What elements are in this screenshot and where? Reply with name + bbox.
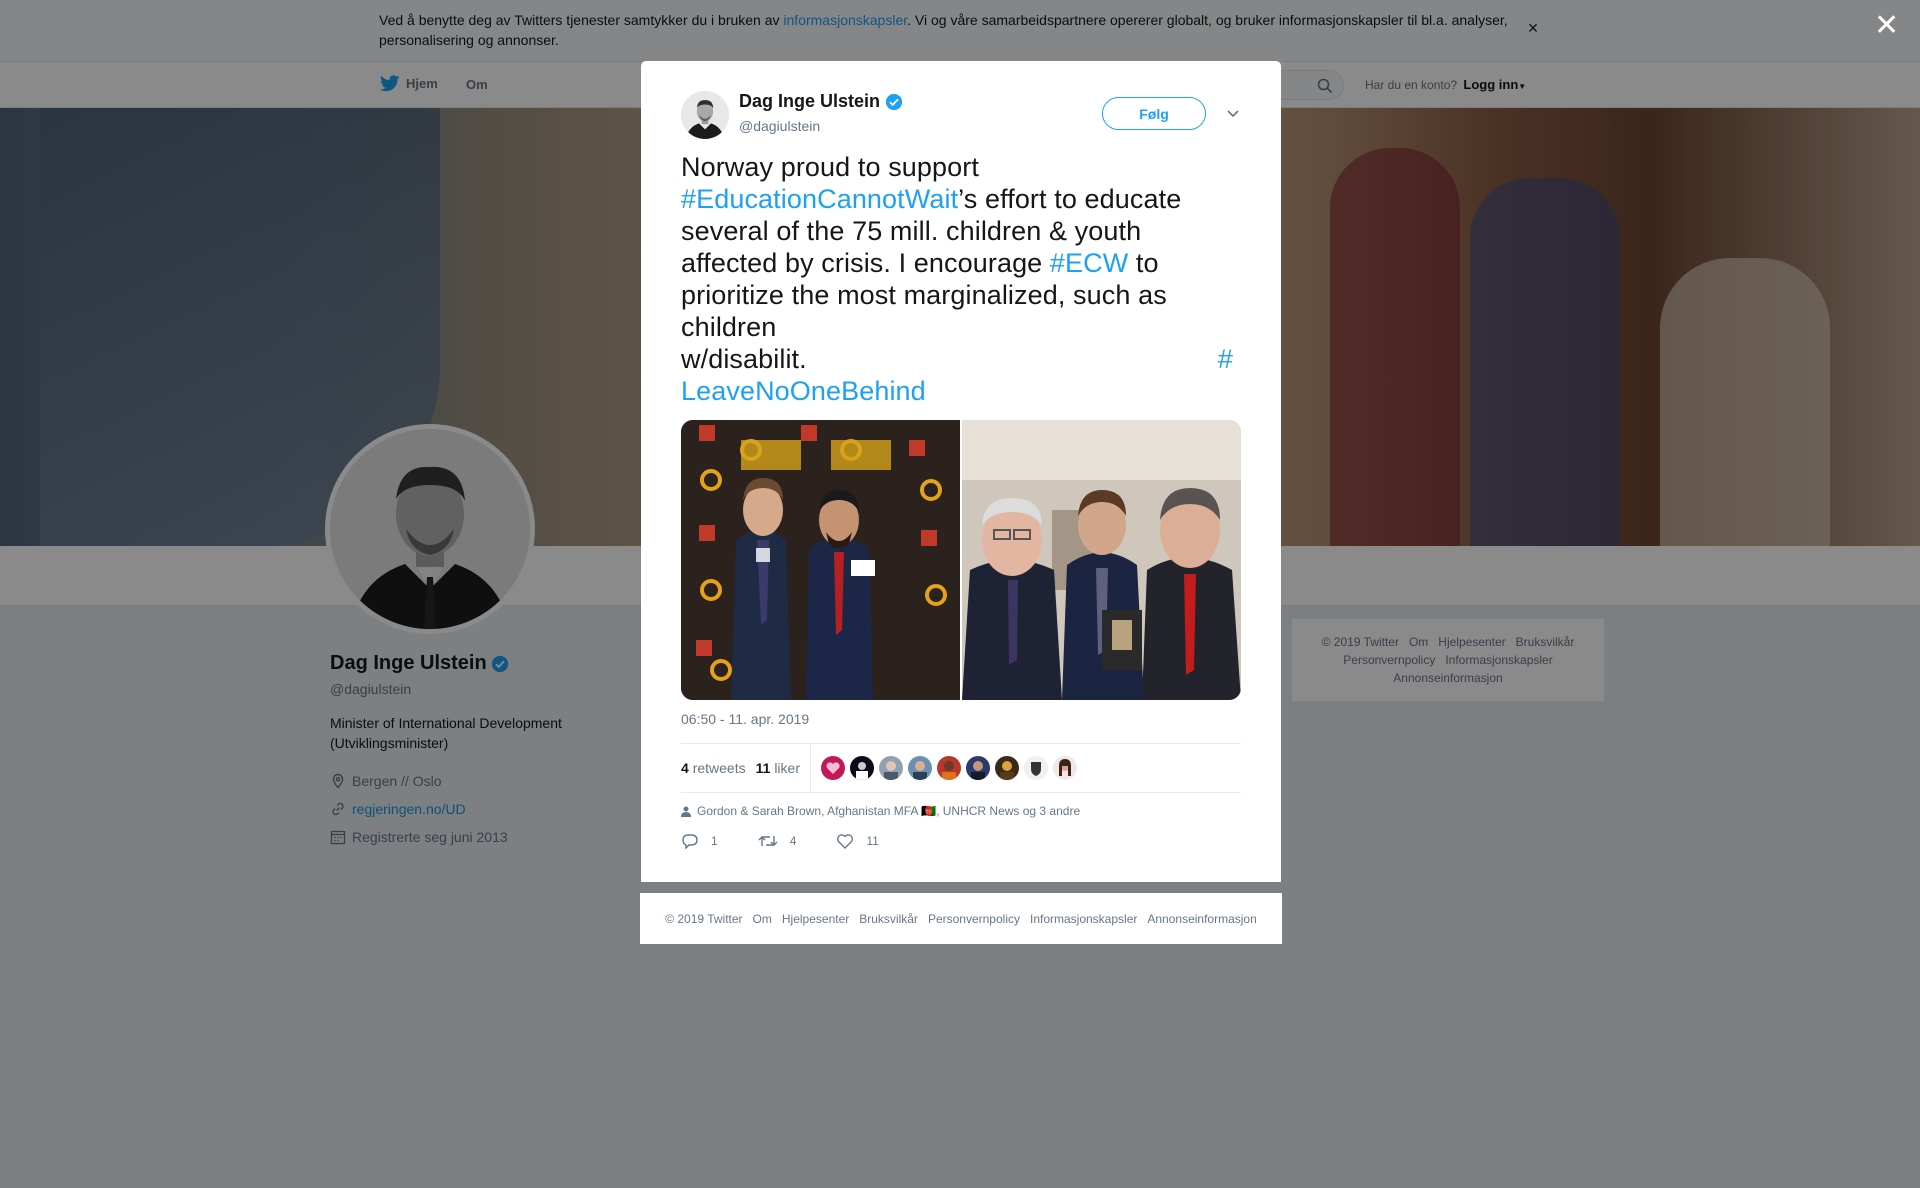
tweet-photo[interactable] <box>681 420 960 700</box>
like-button[interactable]: 11 <box>836 833 879 849</box>
reply-button[interactable]: 1 <box>681 833 718 849</box>
hashtag-link[interactable]: # <box>1218 343 1233 375</box>
retweet-icon <box>758 836 778 846</box>
tweet-author-avatar[interactable] <box>681 91 729 139</box>
footer-copyright: © 2019 Twitter <box>665 911 743 926</box>
tweet-author-handle[interactable]: @dagiulstein <box>739 118 820 134</box>
footer-link[interactable]: Annonseinformasjon <box>1147 912 1256 926</box>
modal-footer: © 2019 Twitter Om Hjelpesenter Bruksvilk… <box>640 893 1282 944</box>
liker-avatar[interactable] <box>907 756 932 780</box>
footer-link[interactable]: Personvernpolicy <box>928 912 1020 926</box>
liker-avatar[interactable] <box>994 756 1019 780</box>
close-icon[interactable]: ✕ <box>1874 11 1899 41</box>
footer-link[interactable]: Bruksvilkår <box>859 912 918 926</box>
reply-icon <box>682 834 698 849</box>
liker-avatar[interactable] <box>878 756 903 780</box>
verified-icon <box>885 93 903 110</box>
hashtag-link[interactable]: #EducationCannotWait <box>681 184 958 214</box>
heart-icon <box>837 834 854 849</box>
liker-avatar[interactable] <box>936 756 961 780</box>
liker-avatar[interactable] <box>965 756 990 780</box>
footer-link[interactable]: Om <box>753 912 772 926</box>
tweet-photo[interactable] <box>962 420 1241 700</box>
tweet-author-name[interactable]: Dag Inge Ulstein <box>739 91 903 112</box>
tweet-media[interactable] <box>681 420 1241 700</box>
chevron-down-icon[interactable] <box>1225 105 1241 121</box>
tweet-modal: Dag Inge Ulstein @dagiulstein Følg Norwa… <box>641 61 1281 882</box>
liker-avatar[interactable] <box>820 756 845 780</box>
footer-link[interactable]: Informasjonskapsler <box>1030 912 1137 926</box>
liked-by-summary[interactable]: Gordon & Sarah Brown, Afghanistan MFA 🇦🇫… <box>681 804 1080 818</box>
tweet-stats: 4 retweets 11 liker <box>681 743 1241 793</box>
likers-list <box>820 756 1077 780</box>
tweet-text: Norway proud to support #EducationCannot… <box>681 152 1233 406</box>
tweet-actions: 1 4 11 <box>681 833 919 849</box>
retweets-stat[interactable]: 4 retweets <box>681 760 746 776</box>
follow-button[interactable]: Følg <box>1102 97 1206 130</box>
liker-avatar[interactable] <box>1023 756 1048 780</box>
liker-avatar[interactable] <box>849 756 874 780</box>
tweet-timestamp[interactable]: 06:50 - 11. apr. 2019 <box>681 711 809 727</box>
hashtag-link[interactable]: #ECW <box>1050 248 1128 278</box>
hashtag-link[interactable]: LeaveNoOneBehind <box>681 376 926 406</box>
retweet-button[interactable]: 4 <box>758 833 796 849</box>
person-icon <box>681 806 691 817</box>
likes-stat[interactable]: 11 liker <box>756 760 800 776</box>
footer-link[interactable]: Hjelpesenter <box>782 912 849 926</box>
liker-avatar[interactable] <box>1052 756 1077 780</box>
